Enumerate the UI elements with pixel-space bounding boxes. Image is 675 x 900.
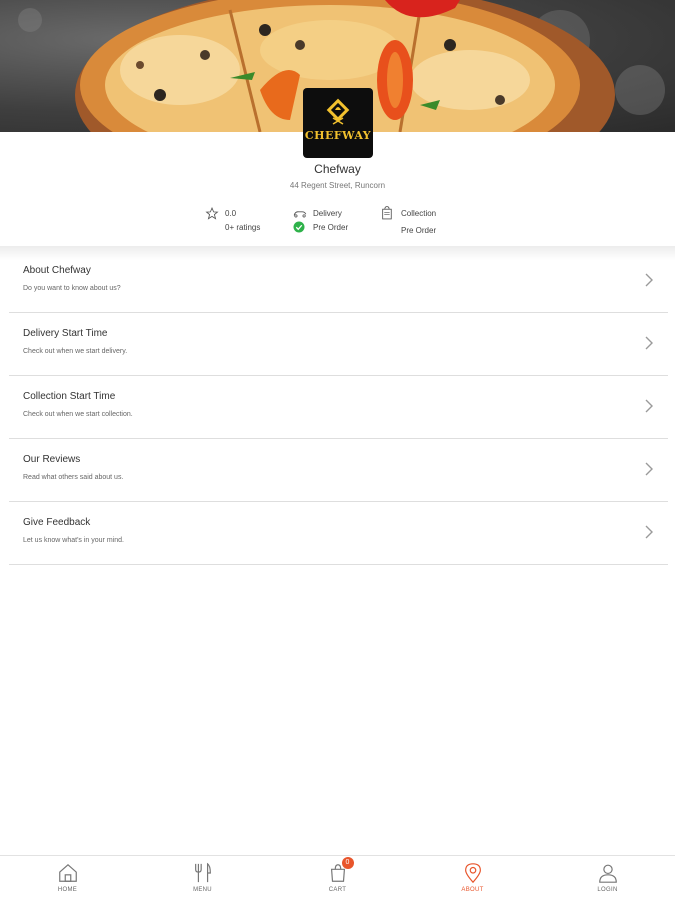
item-description: Read what others said about us. [23, 474, 124, 481]
delivery-preorder: Pre Order [313, 222, 349, 232]
delivery-info: Delivery Pre Order [293, 206, 348, 234]
collection-info: Collection Pre Order [381, 206, 436, 237]
cart-count-badge: 0 [341, 857, 354, 869]
check-circle-icon [293, 221, 305, 233]
nav-login[interactable]: LOGIN [540, 856, 675, 900]
collection-start-time-item[interactable]: Collection Start Time Check out when we … [9, 376, 668, 439]
about-chefway-item[interactable]: About Chefway Do you want to know about … [9, 250, 668, 313]
nav-menu[interactable]: MENU [135, 856, 270, 900]
item-title: Our Reviews [23, 454, 81, 465]
item-description: Let us know what's in your mind. [23, 537, 124, 544]
give-feedback-item[interactable]: Give Feedback Let us know what's in your… [9, 502, 668, 565]
chevron-right-icon [645, 336, 653, 350]
home-icon [58, 863, 77, 882]
nav-about[interactable]: ABOUT [405, 856, 540, 900]
our-reviews-item[interactable]: Our Reviews Read what others said about … [9, 439, 668, 502]
chevron-right-icon [645, 399, 653, 413]
star-icon [205, 206, 219, 220]
nav-cart[interactable]: 0 CART [270, 856, 405, 900]
location-pin-icon [464, 863, 481, 884]
bottom-nav: HOME MENU 0 CART ABOUT LOGIN [0, 855, 675, 900]
chef-hat-icon [326, 98, 350, 125]
delivery-scooter-icon [293, 211, 307, 218]
chevron-right-icon [645, 273, 653, 287]
collection-preorder: Pre Order [401, 225, 437, 235]
delivery-label: Delivery [313, 208, 342, 218]
restaurant-address: 44 Regent Street, Runcorn [289, 181, 386, 190]
fork-knife-icon [194, 862, 211, 883]
restaurant-name: Chefway [314, 162, 361, 176]
nav-label-cart: CART [328, 887, 347, 893]
collection-bag-icon [382, 206, 392, 220]
collection-label: Collection [401, 208, 437, 218]
item-title: Give Feedback [23, 517, 91, 528]
item-title: About Chefway [23, 265, 91, 276]
nav-home[interactable]: HOME [0, 856, 135, 900]
user-icon [598, 864, 617, 883]
nav-label-about: ABOUT [461, 887, 484, 893]
nav-label-login: LOGIN [597, 887, 618, 893]
chevron-right-icon [645, 462, 653, 476]
item-title: Collection Start Time [23, 391, 116, 402]
item-description: Check out when we start delivery. [23, 348, 128, 355]
nav-label-home: HOME [57, 887, 78, 893]
delivery-start-time-item[interactable]: Delivery Start Time Check out when we st… [9, 313, 668, 376]
restaurant-logo: CHEFWAY [303, 88, 373, 158]
rating-info: 0.0 0+ ratings [205, 206, 260, 234]
logo-text: CHEFWAY [304, 129, 372, 142]
chevron-right-icon [645, 525, 653, 539]
nav-label-menu: MENU [193, 887, 212, 893]
item-description: Do you want to know about us? [23, 285, 121, 292]
ratings-count: 0+ ratings [225, 222, 261, 232]
about-list: About Chefway Do you want to know about … [9, 250, 668, 565]
rating-value: 0.0 [225, 208, 237, 218]
item-title: Delivery Start Time [23, 328, 108, 339]
item-description: Check out when we start collection. [23, 411, 133, 418]
